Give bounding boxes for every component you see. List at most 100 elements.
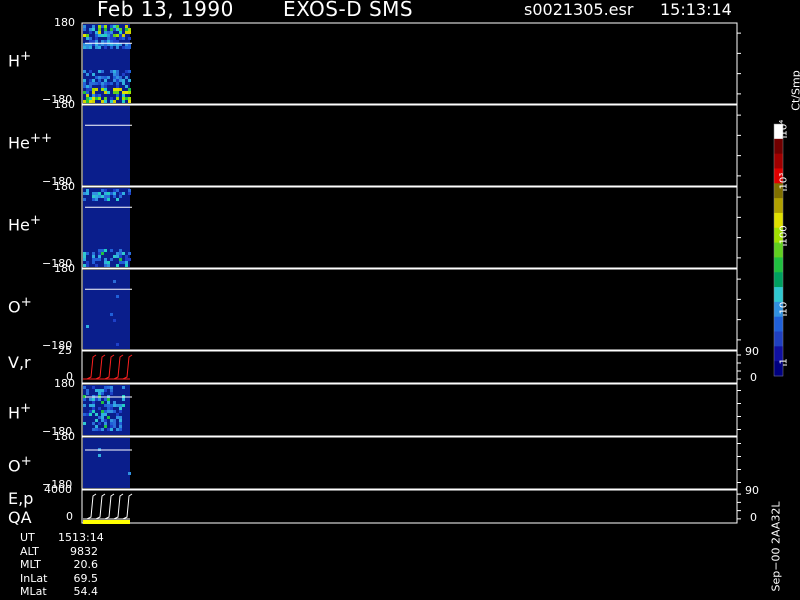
spectrogram-cell (92, 25, 95, 28)
spectrogram-cell (128, 91, 131, 94)
y-max-label-he_plus: 180 (54, 180, 75, 193)
spectrogram-cell (116, 34, 119, 37)
spectrogram-cell (119, 416, 122, 419)
spectrogram-cell (110, 28, 113, 31)
spectrogram-cell (92, 401, 95, 404)
spectrogram-bg-he_pp (83, 106, 130, 185)
spectrogram-cell (92, 91, 95, 94)
spectrogram-cell (116, 82, 119, 85)
spectrogram-cell (92, 255, 95, 258)
spectrogram-cell (89, 28, 92, 31)
spectrogram-cell (113, 255, 116, 258)
spectrogram-cell (98, 76, 101, 79)
spectrogram-cell (86, 88, 89, 91)
spectrogram-cell (86, 97, 89, 100)
spectrogram-cell (128, 252, 131, 255)
spectrogram-cell (86, 100, 89, 103)
spectrogram-cell (86, 261, 89, 264)
spectrogram-cell (98, 195, 101, 198)
spectrogram-cell (113, 195, 116, 198)
spectrogram-cell (92, 192, 95, 195)
spectrogram-cell (89, 85, 92, 88)
colorbar-tick-label: 1 (778, 358, 790, 365)
spectrogram-cell (92, 28, 95, 31)
panel-frame-he_pp (81, 104, 738, 187)
spectrogram-cell (89, 82, 92, 85)
trace-segment (95, 493, 106, 520)
spectrogram-cell (119, 419, 122, 422)
spectrogram-cell (116, 85, 119, 88)
spectrogram-cell (83, 386, 86, 389)
spectrogram-cell (92, 195, 95, 198)
panel-label-o_plus: O+ (8, 294, 32, 317)
right-min-label-ep_qa: 0 (750, 511, 757, 524)
spectrogram-cell (113, 100, 116, 103)
panel-frame-he_plus (81, 186, 738, 269)
spectrogram-cell (92, 252, 95, 255)
spectrogram-cell (83, 198, 86, 201)
spectrogram-cell (104, 46, 107, 49)
spectrogram-cell (128, 97, 131, 100)
spectrogram-cell (104, 189, 107, 192)
spectrogram-cell (98, 255, 101, 258)
spectrogram-cell (104, 422, 107, 425)
spectrogram-cell (113, 319, 116, 322)
y-max-label-h_plus: 180 (54, 16, 75, 29)
spectrogram-cell (104, 76, 107, 79)
panel-label-o_plus_2: O+ (8, 453, 32, 475)
spectrogram-cell (104, 28, 107, 31)
spectrogram-cell (98, 252, 101, 255)
spectrogram-cell (113, 40, 116, 43)
spectrogram-cell (86, 192, 89, 195)
spectrogram-cell (113, 192, 116, 195)
spectrogram-cell (113, 189, 116, 192)
spectrogram-cell (89, 31, 92, 34)
spectrogram-cell (101, 189, 104, 192)
spectrogram-cell (128, 70, 131, 73)
spectrogram-cell (119, 255, 122, 258)
spectrogram-cell (128, 100, 131, 103)
spectrogram-cell (116, 28, 119, 31)
spectrogram-cell (110, 419, 113, 422)
spectrogram-cell (122, 34, 125, 37)
spectrogram-cell (113, 70, 116, 73)
spectrogram-cell (107, 398, 110, 401)
spectrogram-cell (116, 73, 119, 76)
spectrogram-cell (95, 97, 98, 100)
colorbar-cell (774, 257, 783, 273)
spectrogram-cell (122, 261, 125, 264)
spectrogram-cell (89, 70, 92, 73)
spectrogram-cell (89, 88, 92, 91)
colorbar-cell (774, 331, 783, 347)
spectrogram-cell (125, 255, 128, 258)
spectrogram-cell (107, 192, 110, 195)
spectrogram-cell (83, 79, 86, 82)
spectrogram-cell (107, 76, 110, 79)
spectrogram-cell (95, 94, 98, 97)
spectrogram-cell (119, 410, 122, 413)
spectrogram-cell (98, 31, 101, 34)
spectrogram-cell (113, 422, 116, 425)
spectrogram-cell (107, 404, 110, 407)
y-max-label-o_plus_2: 180 (54, 430, 75, 443)
spectrogram-cell (119, 404, 122, 407)
spectrogram-cell (107, 37, 110, 40)
spectrogram-cell (95, 88, 98, 91)
spectrogram-cell (92, 261, 95, 264)
spectrogram-cell (95, 389, 98, 392)
spectrogram-cell (101, 401, 104, 404)
spectrogram-cell (119, 192, 122, 195)
spectrogram-cell (113, 76, 116, 79)
spectrogram-cell (113, 419, 116, 422)
spectrogram-cell (113, 425, 116, 428)
spectrogram-cell (92, 258, 95, 261)
spectrogram-cell (110, 428, 113, 431)
spectrogram-cell (92, 94, 95, 97)
panel-frame-o_plus_2 (81, 436, 738, 490)
spectrogram-cell (125, 76, 128, 79)
spectrogram-cell (122, 73, 125, 76)
spectrogram-cell (128, 28, 131, 31)
trace-segment (104, 354, 115, 380)
spectrogram-cell (110, 100, 113, 103)
right-max-label-ep_qa: 90 (745, 484, 759, 497)
